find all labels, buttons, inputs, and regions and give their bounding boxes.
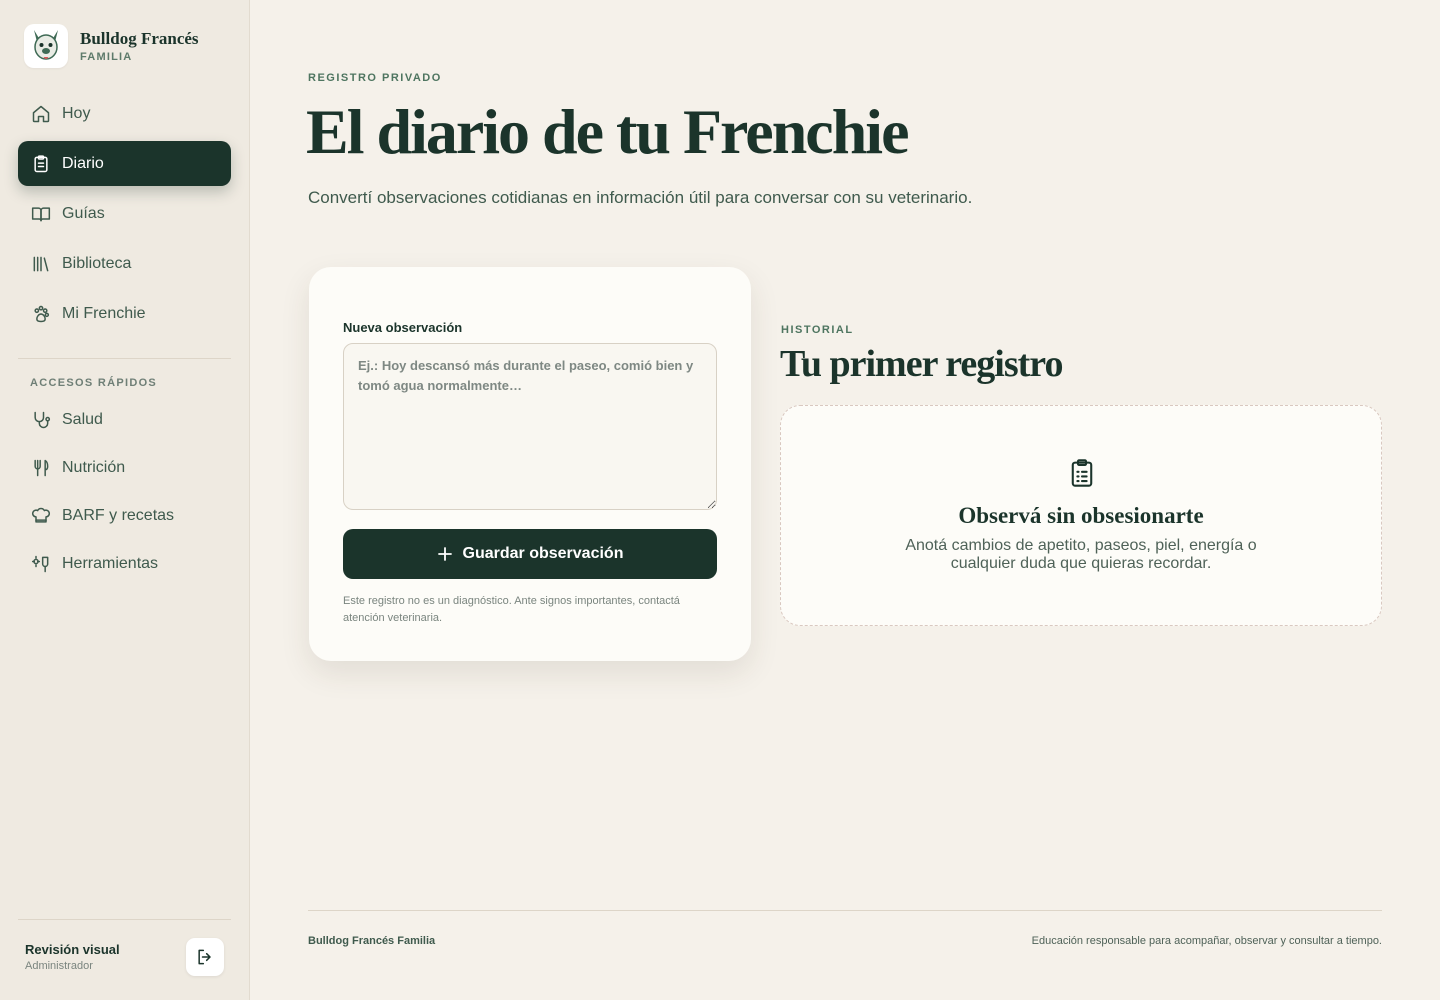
brand[interactable]: Bulldog Francés FAMILIA [24, 24, 199, 68]
book-icon [31, 204, 51, 224]
history-eyebrow: HISTORIAL [781, 324, 854, 336]
sidebar: Bulldog Francés FAMILIA Hoy Diario Guías [0, 0, 250, 1000]
logout-icon [195, 947, 215, 967]
user-name: Revisión visual [25, 942, 120, 957]
sidebar-item-label: Salud [62, 411, 103, 428]
new-observation-card: Nueva observación Guardar observación Es… [309, 267, 751, 661]
observation-label: Nueva observación [343, 320, 463, 335]
sidebar-item-hoy[interactable]: Hoy [18, 91, 231, 136]
sidebar-divider [18, 358, 231, 359]
disclaimer: Este registro no es un diagnóstico. Ante… [343, 595, 680, 624]
sidebar-item-label: Herramientas [62, 555, 159, 572]
utensils-icon [31, 458, 51, 478]
chef-hat-icon [31, 506, 51, 526]
user-info: Revisión visual Administrador [25, 942, 120, 972]
sidebar-item-label: Hoy [62, 104, 91, 122]
sidebar-item-diario[interactable]: Diario [18, 141, 231, 186]
sidebar-item-label: BARF y recetas [62, 507, 175, 524]
brand-title: Bulldog Francés [80, 29, 199, 48]
save-button-label: Guardar observación [462, 545, 624, 562]
library-icon [31, 254, 51, 274]
plus-icon [437, 546, 453, 562]
observation-textarea[interactable] [343, 343, 717, 510]
footer-divider [308, 910, 1382, 911]
sidebar-item-herramientas[interactable]: Herramientas [18, 542, 231, 586]
sidebar-item-mi-frenchie[interactable]: Mi Frenchie [18, 291, 231, 336]
sidebar-item-barf[interactable]: BARF y recetas [18, 494, 231, 538]
stethoscope-icon [31, 410, 51, 430]
empty-state-title: Observá sin obsesionarte [958, 503, 1204, 528]
sidebar-item-label: Guías [62, 204, 105, 222]
paw-icon [31, 304, 51, 324]
history-title: Tu primer registro [780, 343, 1063, 385]
brand-subtitle: FAMILIA [80, 51, 133, 63]
page-title: El diario de tu Frenchie [306, 96, 909, 167]
sidebar-item-label: Biblioteca [62, 254, 132, 272]
sidebar-footer-divider [18, 919, 231, 920]
sidebar-item-label: Diario [62, 154, 104, 172]
logout-button[interactable] [186, 938, 224, 976]
quick-access-title: ACCESOS RÁPIDOS [30, 377, 158, 389]
sidebar-item-label: Nutrición [62, 459, 126, 476]
clipboard-icon [31, 154, 51, 174]
clipboard-list-icon [1068, 458, 1096, 493]
footer-tagline: Educación responsable para acompañar, ob… [1031, 935, 1382, 947]
page-subtitle: Convertí observaciones cotidianas en inf… [308, 188, 973, 207]
main-nav: Hoy Diario Guías Biblioteca Mi Frenchie [18, 91, 231, 341]
sidebar-item-salud[interactable]: Salud [18, 398, 231, 442]
user-role: Administrador [25, 960, 93, 972]
quick-nav: Salud Nutrición BARF y recetas Herramien… [18, 398, 231, 590]
history-empty-state: Observá sin obsesionarte Anotá cambios d… [780, 405, 1382, 626]
sidebar-item-biblioteca[interactable]: Biblioteca [18, 241, 231, 286]
tools-icon [31, 554, 51, 574]
sidebar-item-label: Mi Frenchie [62, 304, 146, 322]
empty-state-text: Anotá cambios de apetito, paseos, piel, … [905, 537, 1257, 572]
hero-eyebrow: REGISTRO PRIVADO [308, 72, 442, 84]
save-observation-button[interactable]: Guardar observación [343, 529, 717, 579]
sidebar-item-nutricion[interactable]: Nutrición [18, 446, 231, 490]
home-icon [31, 104, 51, 124]
bulldog-face-icon [24, 24, 68, 68]
footer-brand: Bulldog Francés Familia [308, 935, 436, 947]
sidebar-item-guias[interactable]: Guías [18, 191, 231, 236]
